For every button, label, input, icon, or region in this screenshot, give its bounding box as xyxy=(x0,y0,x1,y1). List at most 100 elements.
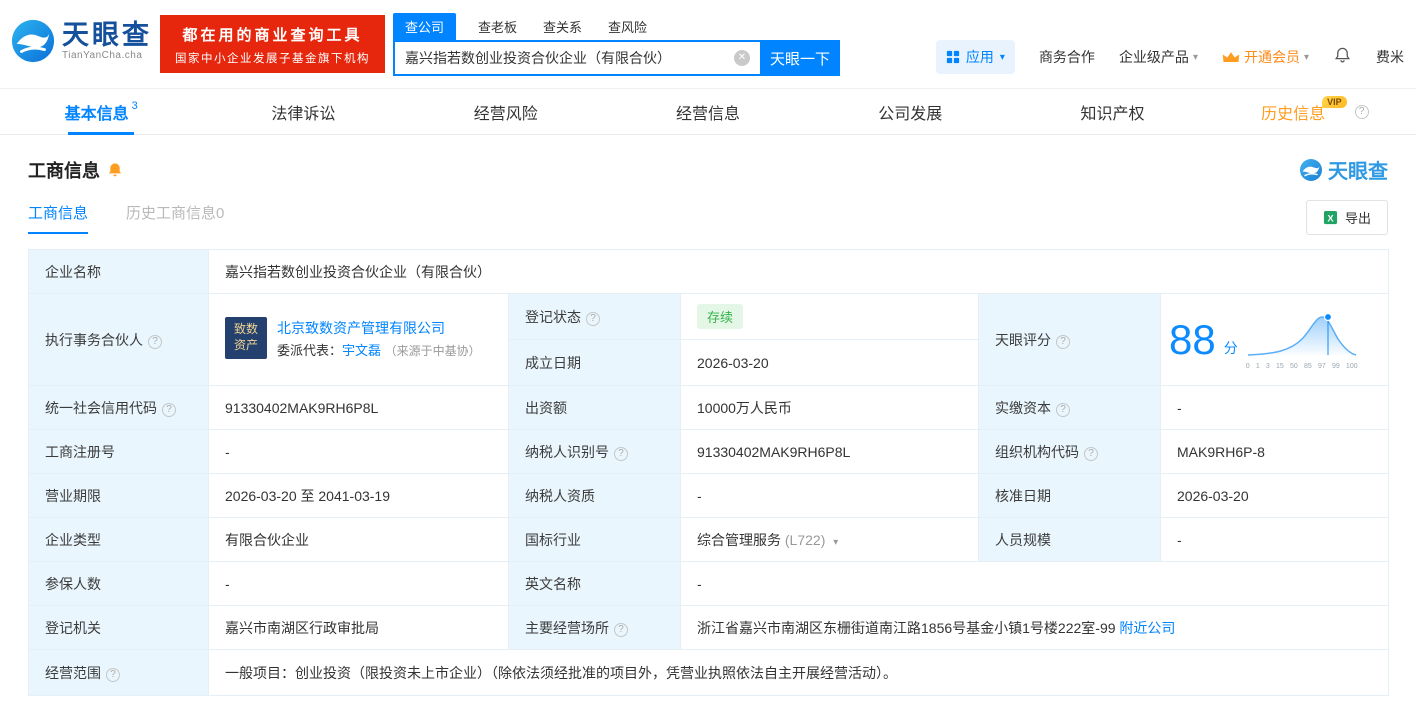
tab-operating-info[interactable]: 经营信息 xyxy=(607,89,809,134)
search-input[interactable] xyxy=(395,50,734,66)
reg-number-label: 工商注册号 xyxy=(28,429,209,474)
capital-value: 10000万人民币 xyxy=(680,385,979,430)
help-icon[interactable]: ? xyxy=(1084,446,1098,461)
help-icon[interactable]: ? xyxy=(162,402,176,417)
nearby-companies-link[interactable]: 附近公司 xyxy=(1119,620,1175,636)
subtab-history-count: 0 xyxy=(216,204,225,222)
search-tab-relation[interactable]: 查关系 xyxy=(543,17,582,40)
header: 天眼查 TianYanCha.cha 都在用的商业查询工具 国家中小企业发展子基… xyxy=(0,0,1416,88)
industry-value: 综合管理服务 (L722) ▾ xyxy=(680,517,979,562)
partner-cell: 致数 资产 北京致数资产管理有限公司 委派代表：宇文磊 （来源于中基协） xyxy=(208,293,509,386)
reg-status-label: 登记状态? xyxy=(508,293,681,340)
logo-text: 天眼查 TianYanCha.cha xyxy=(62,20,152,62)
english-name-label: 英文名称 xyxy=(508,561,681,606)
tab-intellectual-property[interactable]: 知识产权 xyxy=(1011,89,1213,134)
help-icon[interactable]: ? xyxy=(614,622,628,637)
reg-authority-label: 登记机关 xyxy=(28,605,209,650)
score-cell: 88 分 01 3 15 50 85 97 99 100 xyxy=(1159,293,1390,386)
clear-icon[interactable]: ✕ xyxy=(734,50,750,66)
help-icon[interactable]: ? xyxy=(1056,334,1070,349)
tab-company-development[interactable]: 公司发展 xyxy=(809,89,1011,134)
row-company-name: 企业名称 嘉兴指若数创业投资合伙企业（有限合伙） xyxy=(28,249,1390,294)
search-box: ✕ 天眼一下 xyxy=(393,40,840,76)
tab-operating-risk[interactable]: 经营风险 xyxy=(405,89,607,134)
nav-enterprise-label: 企业级产品 xyxy=(1118,49,1189,65)
tab-history-label: 历史信息 xyxy=(1261,105,1326,123)
business-info-table: 企业名称 嘉兴指若数创业投资合伙企业（有限合伙） 执行事务合伙人? 致数 资产 … xyxy=(28,249,1390,696)
row-company-type: 企业类型 有限合伙企业 国标行业 综合管理服务 (L722) ▾ 人员规模 - xyxy=(28,517,1390,562)
partner-company-logo[interactable]: 致数 资产 xyxy=(225,317,267,360)
subtabs: 工商信息 历史工商信息0 xyxy=(28,202,224,234)
svg-text:X: X xyxy=(1327,213,1334,223)
apps-menu-label: 应用 xyxy=(965,49,994,65)
business-scope-value: 一般项目：创业投资（限投资未上市企业）（除依法须经批准的项目外，凭营业执照依法自… xyxy=(207,649,1390,696)
top-nav: 应用 ▾ 商务合作 企业级产品 ▾ 开通会员 ▾ 费米 xyxy=(935,40,1404,74)
search-tab-boss[interactable]: 查老板 xyxy=(478,17,517,40)
business-term-label: 营业期限 xyxy=(28,473,209,518)
export-button[interactable]: X 导出 xyxy=(1305,200,1388,235)
industry-expand-icon[interactable]: ▾ xyxy=(833,537,838,548)
alert-bell-icon[interactable] xyxy=(107,162,123,178)
tianyancha-logo[interactable]: 天眼查 TianYanCha.cha xyxy=(10,18,152,64)
industry-code: (L722) xyxy=(784,531,826,548)
help-icon[interactable]: ? xyxy=(586,311,600,326)
business-term-value: 2026-03-20 至 2041-03-19 xyxy=(208,473,509,518)
search-tabs: 查公司 查老板 查关系 查风险 xyxy=(393,13,840,40)
vip-badge: VIP xyxy=(1322,95,1347,108)
score-label: 天眼评分? xyxy=(978,293,1161,386)
score-distribution-chart: 01 3 15 50 85 97 99 100 xyxy=(1246,309,1360,370)
credit-code-label: 统一社会信用代码? xyxy=(28,385,209,430)
section-title-wrap: 工商信息 xyxy=(28,157,123,183)
notification-bell-icon[interactable] xyxy=(1333,46,1352,68)
establish-date-value: 2026-03-20 xyxy=(680,339,979,386)
tianyancha-watermark-icon xyxy=(1300,158,1322,181)
taxpayer-id-value: 91330402MAK9RH6P8L xyxy=(680,429,979,474)
user-menu[interactable]: 费米 xyxy=(1376,47,1404,67)
row-business-scope: 经营范围? 一般项目：创业投资（限投资未上市企业）（除依法须经批准的项目外，凭营… xyxy=(28,649,1390,696)
score-value: 88 xyxy=(1169,315,1216,363)
subtab-history-label: 历史工商信息 xyxy=(126,204,217,222)
watermark-text: 天眼查 xyxy=(1328,161,1388,183)
business-scope-label: 经营范围? xyxy=(28,649,209,696)
tab-history-info[interactable]: 历史信息 VIP ? xyxy=(1214,89,1416,134)
insured-count-value: - xyxy=(208,561,509,606)
row-insured-count: 参保人数 - 英文名称 - xyxy=(28,561,1390,606)
search-tab-company[interactable]: 查公司 xyxy=(393,13,457,40)
logo-subtitle: TianYanCha.cha xyxy=(62,50,143,62)
reg-authority-value: 嘉兴市南湖区行政审批局 xyxy=(208,605,509,650)
export-label: 导出 xyxy=(1344,211,1371,226)
search-button[interactable]: 天眼一下 xyxy=(760,40,840,76)
chevron-down-icon: ▾ xyxy=(1303,51,1309,63)
partner-company-link[interactable]: 北京致数资产管理有限公司 xyxy=(277,320,445,336)
tianyancha-logo-icon xyxy=(11,19,55,63)
subtab-row: 工商信息 历史工商信息0 X 导出 xyxy=(28,200,1388,235)
english-name-value: - xyxy=(679,561,1390,606)
section-title: 工商信息 xyxy=(28,160,100,181)
nav-enterprise-products[interactable]: 企业级产品 ▾ xyxy=(1119,47,1198,67)
row-partner-status: 执行事务合伙人? 致数 资产 北京致数资产管理有限公司 委派代表：宇文磊 （来源… xyxy=(28,293,1390,386)
tab-legal[interactable]: 法律诉讼 xyxy=(202,89,404,134)
company-type-label: 企业类型 xyxy=(28,517,209,562)
app-grid-icon xyxy=(946,50,960,64)
help-icon[interactable]: ? xyxy=(1354,104,1369,119)
subtab-business-info[interactable]: 工商信息 xyxy=(28,202,89,234)
staff-size-label: 人员规模 xyxy=(978,517,1161,562)
taxpayer-quality-value: - xyxy=(680,473,979,518)
help-icon[interactable]: ? xyxy=(148,334,162,349)
row-business-term: 营业期限 2026-03-20 至 2041-03-19 纳税人资质 - 核准日… xyxy=(28,473,1390,518)
nav-business-cooperation[interactable]: 商务合作 xyxy=(1039,47,1095,67)
partner-rep-link[interactable]: 宇文磊 xyxy=(342,343,381,358)
help-icon[interactable]: ? xyxy=(106,667,120,682)
help-icon[interactable]: ? xyxy=(614,446,628,461)
approval-date-label: 核准日期 xyxy=(978,473,1161,518)
tab-basic-info[interactable]: 基本信息 3 xyxy=(0,89,202,134)
search-tab-risk[interactable]: 查风险 xyxy=(608,17,647,40)
tianyancha-watermark: 天眼查 xyxy=(1299,155,1388,184)
nav-open-membership[interactable]: 开通会员 ▾ xyxy=(1222,47,1309,67)
nav-member-label: 开通会员 xyxy=(1243,49,1300,65)
help-icon[interactable]: ? xyxy=(1056,402,1070,417)
subtab-history-business-info[interactable]: 历史工商信息0 xyxy=(126,202,224,234)
apps-menu[interactable]: 应用 ▾ xyxy=(935,40,1015,74)
slogan-line1: 都在用的商业查询工具 xyxy=(182,27,363,44)
score-unit: 分 xyxy=(1223,339,1238,356)
